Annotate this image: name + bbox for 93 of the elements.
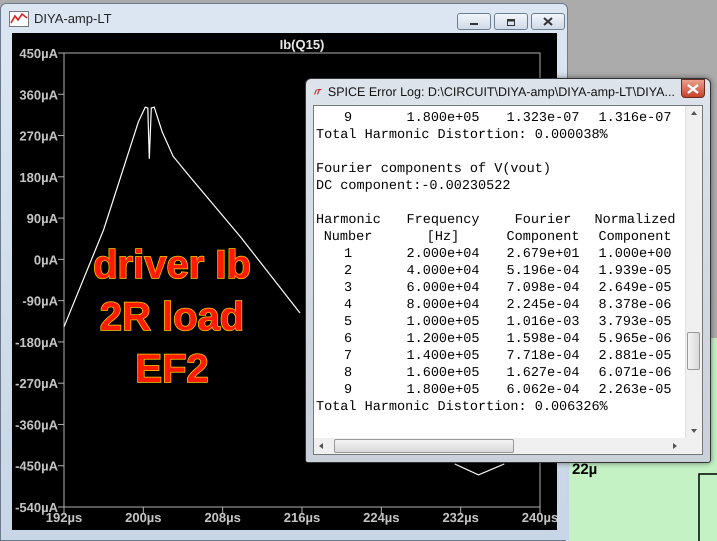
tick-label: -180µA xyxy=(15,334,58,350)
log-line: Total Harmonic Distortion: 0.006326% xyxy=(316,400,608,415)
restore-button[interactable] xyxy=(494,13,528,30)
table-cell-text: 8.000e+04 xyxy=(406,297,480,314)
log-line: Fourier components of V(vout) xyxy=(316,162,551,177)
window-title: SPICE Error Log: D:\CIRCUIT\DIYA-amp\DIYA-amp-LT\DIYA... xyxy=(328,84,675,98)
table-cell-text: 3.793e-05 xyxy=(598,314,672,331)
tick-label: -450µA xyxy=(15,458,58,474)
table-cell-text: [Hz] xyxy=(426,229,460,246)
table-cell: 2.679e+01 xyxy=(506,246,580,263)
tick-label: 232µs xyxy=(442,510,479,525)
table-cell-text: 5 xyxy=(342,314,354,331)
table-cell: 5.196e-04 xyxy=(506,263,580,280)
close-icon xyxy=(686,84,699,94)
table-cell-text: 6 xyxy=(342,331,354,348)
table-cell-text: 2.263e-05 xyxy=(598,382,672,399)
log-line: DC component:-0.00230522 xyxy=(316,179,510,194)
table-cell: Harmonic xyxy=(316,212,380,229)
restore-icon xyxy=(506,18,516,26)
table-cell-text: 9 xyxy=(342,110,354,127)
tick-label: 224µs xyxy=(363,510,400,525)
tick-label: 270µA xyxy=(19,128,58,144)
tick-label: -540µA xyxy=(15,500,58,515)
table-cell-text: 1.316e-07 xyxy=(598,110,672,127)
close-button[interactable] xyxy=(680,79,705,98)
component-label: 22µ xyxy=(572,461,598,478)
scroll-left-icon[interactable] xyxy=(319,443,323,449)
wire-drawing xyxy=(696,472,717,541)
table-cell-text: 7 xyxy=(342,348,354,365)
table-cell: 1.598e-04 xyxy=(506,331,580,348)
table-cell-text: 8 xyxy=(342,365,354,382)
tick-label: 90µA xyxy=(26,211,58,226)
table-cell-text: 2.881e-05 xyxy=(598,348,672,365)
table-cell: 2.245e-04 xyxy=(506,297,580,314)
table-cell-text: 1.939e-05 xyxy=(598,263,672,280)
table-cell-text: 5.965e-06 xyxy=(598,331,672,348)
table-cell-text: 1.000e+05 xyxy=(406,314,480,331)
table-cell: Component xyxy=(506,229,580,246)
log-line: Total Harmonic Distortion: 0.000038% xyxy=(316,128,608,143)
table-cell-text: 9 xyxy=(342,382,354,399)
chart-icon xyxy=(9,10,29,26)
tick-label: -360µA xyxy=(15,417,58,432)
tick-label: 208µs xyxy=(204,510,241,525)
table-cell-text: 2.649e-05 xyxy=(598,280,672,297)
table-cell-text: 6.071e-06 xyxy=(598,365,672,382)
scrollbar-thumb[interactable] xyxy=(334,439,514,453)
table-cell-text: Component xyxy=(598,229,672,246)
table-cell-text: 1.000e+00 xyxy=(598,246,672,263)
table-cell-text: 8.378e-06 xyxy=(598,297,672,314)
tick-label: 200µs xyxy=(125,510,162,525)
caption-line: 2R load xyxy=(100,294,244,341)
table-cell-text: 2.000e+04 xyxy=(406,246,480,263)
table-cell-text: Normalized xyxy=(593,212,676,229)
tick-label: 360µA xyxy=(19,87,58,102)
table-cell-text: Frequency xyxy=(406,212,480,229)
table-cell: 1.627e-04 xyxy=(506,365,580,382)
table-cell: 7.718e-04 xyxy=(506,348,580,365)
chart-title: Ib(Q15) xyxy=(280,37,324,52)
scroll-right-icon[interactable] xyxy=(673,443,677,449)
table-cell-text: 1.800e+05 xyxy=(406,382,480,399)
close-button[interactable] xyxy=(531,13,565,30)
close-icon xyxy=(543,17,553,26)
scroll-up-icon[interactable] xyxy=(691,111,697,115)
table-cell-text: 3 xyxy=(342,280,354,297)
table-cell-text: 1.600e+05 xyxy=(406,365,480,382)
window-title: DIYA-amp-LT xyxy=(34,11,112,26)
tick-label: 0µA xyxy=(34,252,58,268)
table-cell-text: 1.400e+05 xyxy=(406,348,480,365)
tick-label: 450µA xyxy=(19,46,58,61)
table-cell: 7.098e-04 xyxy=(506,280,580,297)
scroll-down-icon[interactable] xyxy=(691,429,697,433)
tick-label: 216µs xyxy=(284,510,320,525)
caption-line: EF2 xyxy=(135,346,209,393)
caption-line: driver Ib xyxy=(93,242,251,289)
vertical-scrollbar[interactable] xyxy=(685,106,702,438)
table-cell-text: Fourier xyxy=(514,212,572,229)
tick-label: -90µA xyxy=(22,294,58,309)
table-cell: 6.062e-04 xyxy=(506,382,580,399)
table-cell-text: 4.000e+04 xyxy=(406,263,480,280)
table-cell-text: 4 xyxy=(342,297,354,314)
scrollbar-thumb[interactable] xyxy=(687,332,700,370)
table-cell: 1.323e-07 xyxy=(506,110,580,127)
table-cell-text: 1 xyxy=(342,246,354,263)
table-cell-text: 6.000e+04 xyxy=(406,280,480,297)
table-cell-text: 1.200e+05 xyxy=(406,331,480,348)
table-cell-text: 1.800e+05 xyxy=(406,110,480,127)
table-cell-text: 2 xyxy=(342,263,354,280)
table-cell: 1.016e-03 xyxy=(506,314,580,331)
table-cell-text: Number xyxy=(322,229,374,246)
tick-label: -270µA xyxy=(15,376,58,392)
minimize-button[interactable] xyxy=(457,13,491,30)
tick-label: 180µA xyxy=(19,170,58,185)
waveform-line xyxy=(454,463,505,476)
